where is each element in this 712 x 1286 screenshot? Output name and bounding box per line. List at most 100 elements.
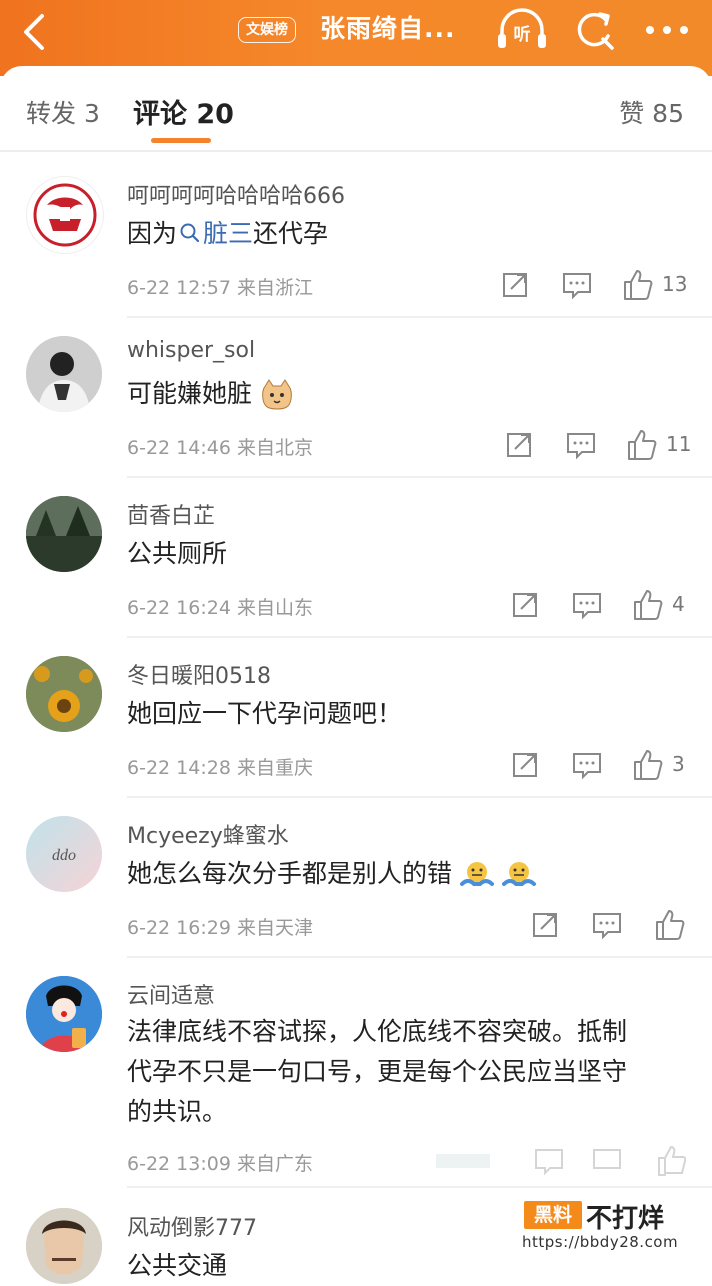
comment-meta: 6-22 13:09 来自广东 (127, 1153, 313, 1175)
avatar[interactable] (26, 1208, 102, 1284)
comment-meta: 6-22 12:57 来自浙江 (127, 277, 313, 299)
comment-text: 可能嫌她脏 (127, 374, 294, 414)
comment-text-line: 的共识。 (127, 1097, 228, 1126)
comment-text: 公共厕所 (127, 539, 228, 568)
comment-text: 公共交通 (127, 1251, 228, 1280)
avatar[interactable] (26, 976, 102, 1052)
comment-username[interactable]: 冬日暖阳0518 (127, 658, 271, 690)
comment-username[interactable]: 呵呵呵呵哈哈哈哈666 (127, 178, 345, 210)
comment-item: 呵呵呵呵哈哈哈哈666 因为 脏三还代孕 6-22 12:57 来自浙江 13 (0, 160, 712, 320)
more-icon[interactable] (644, 18, 690, 42)
comment-actions (434, 1144, 686, 1178)
shrug-emoji-icon (501, 862, 536, 886)
back-icon[interactable] (18, 12, 52, 52)
comment-icon[interactable] (592, 908, 622, 942)
comment-username[interactable]: 云间适意 (127, 978, 215, 1010)
comment-icon[interactable] (572, 748, 602, 782)
comment-meta: 6-22 16:29 来自天津 (127, 917, 313, 939)
watermark-url: https://bbdy28.com (522, 1233, 679, 1251)
tab-likes[interactable]: 赞 85 (619, 94, 684, 130)
avatar[interactable] (26, 176, 104, 254)
comment-text: 她回应一下代孕问题吧！ (127, 699, 403, 728)
comment-text-body: 她怎么每次分手都是别人的错 (127, 859, 453, 888)
divider (127, 956, 712, 958)
comment-meta: 6-22 14:28 来自重庆 (127, 757, 313, 779)
comment-actions: 4 (512, 588, 686, 622)
watermark: 黑料 不打烊 https://bbdy28.com (520, 1198, 696, 1258)
comment-username[interactable]: 风动倒影777 (127, 1210, 257, 1242)
active-tab-indicator (151, 138, 211, 143)
share-icon[interactable] (532, 908, 560, 942)
comment-icon[interactable] (534, 1144, 564, 1178)
refresh-icon[interactable] (572, 8, 616, 52)
avatar[interactable] (26, 336, 102, 412)
like-icon[interactable] (632, 588, 664, 622)
share-icon[interactable] (502, 268, 530, 302)
comment-item: 云间适意 法律底线不容试探，人伦底线不容突破。抵制 代孕不只是一句口号，更是每个… (0, 960, 712, 1190)
avatar[interactable] (26, 656, 102, 732)
comment-item: whisper_sol 可能嫌她脏 6-22 14:46 来自北京 11 (0, 320, 712, 480)
comment-actions: 11 (506, 428, 691, 462)
comment-text-prefix: 因为 (127, 219, 178, 248)
share-icon[interactable] (512, 588, 540, 622)
watermark-brand-text: 不打烊 (586, 1204, 665, 1234)
content-panel: 转发 3 评论 20 赞 85 呵呵呵呵哈哈哈哈666 因为 脏三还代孕 6-22… (0, 66, 712, 1284)
share-icon[interactable] (434, 1144, 494, 1178)
like-count: 3 (672, 752, 685, 776)
watermark-brand-box: 黑料 (524, 1201, 582, 1229)
tab-bar: 转发 3 评论 20 赞 85 (0, 66, 712, 152)
comment-username[interactable]: Mcyeezy蜂蜜水 (127, 818, 289, 850)
comment-text-suffix: 还代孕 (253, 219, 329, 248)
comment-username[interactable]: 茴香白芷 (127, 498, 215, 530)
like-count: 4 (672, 592, 685, 616)
comment-actions (532, 908, 686, 942)
topic-link-text: 脏三 (203, 219, 254, 248)
like-icon[interactable] (592, 1144, 622, 1178)
avatar[interactable] (26, 496, 102, 572)
like-count: 13 (662, 272, 688, 296)
comment-text-line: 法律底线不容试探，人伦底线不容突破。抵制 (127, 1017, 628, 1046)
listen-icon[interactable]: 听 (496, 8, 548, 52)
divider (127, 316, 712, 318)
like-icon[interactable] (626, 428, 658, 462)
divider (127, 636, 712, 638)
comment-item: ddo Mcyeezy蜂蜜水 她怎么每次分手都是别人的错 6-22 16:29 … (0, 800, 712, 960)
comment-icon[interactable] (562, 268, 592, 302)
share-icon[interactable] (506, 428, 534, 462)
divider (127, 476, 712, 478)
comment-text-body: 可能嫌她脏 (127, 379, 253, 408)
tab-reposts[interactable]: 转发 3 (26, 94, 100, 130)
comment-text-line: 代孕不只是一句口号，更是每个公民应当坚守 (127, 1057, 628, 1086)
top-bar: 文娱榜 张雨绮自... 听 (0, 0, 712, 76)
tab-comments[interactable]: 评论 20 (133, 92, 234, 131)
svg-text:ddo: ddo (52, 847, 76, 864)
cat-emoji-icon (262, 379, 292, 410)
comment-username[interactable]: whisper_sol (127, 338, 255, 363)
shrug-emoji-icon (459, 862, 494, 886)
topic-search-link[interactable]: 脏三 (177, 219, 253, 248)
comment-icon[interactable] (572, 588, 602, 622)
like-count: 11 (666, 432, 692, 456)
comment-text: 她怎么每次分手都是别人的错 (127, 854, 536, 894)
hot-list-badge[interactable]: 文娱榜 (238, 17, 296, 43)
like-icon[interactable] (656, 1144, 686, 1178)
like-icon[interactable] (654, 908, 686, 942)
share-icon[interactable] (512, 748, 540, 782)
divider (0, 150, 712, 152)
listen-label: 听 (513, 25, 531, 45)
divider (127, 1186, 712, 1188)
search-icon (180, 223, 200, 243)
comment-actions: 3 (512, 748, 686, 782)
page-title: 张雨绮自... (320, 14, 456, 43)
comment-meta: 6-22 16:24 来自山东 (127, 597, 313, 619)
comment-text: 因为 脏三还代孕 (127, 214, 328, 254)
comment-item: 茴香白芷 公共厕所 6-22 16:24 来自山东 4 (0, 480, 712, 640)
divider (127, 796, 712, 798)
comment-icon[interactable] (566, 428, 596, 462)
like-icon[interactable] (632, 748, 664, 782)
avatar[interactable]: ddo (26, 816, 102, 892)
comment-item: 冬日暖阳0518 她回应一下代孕问题吧！ 6-22 14:28 来自重庆 3 (0, 640, 712, 800)
comment-actions: 13 (502, 268, 688, 302)
like-icon[interactable] (622, 268, 654, 302)
comment-meta: 6-22 14:46 来自北京 (127, 437, 313, 459)
